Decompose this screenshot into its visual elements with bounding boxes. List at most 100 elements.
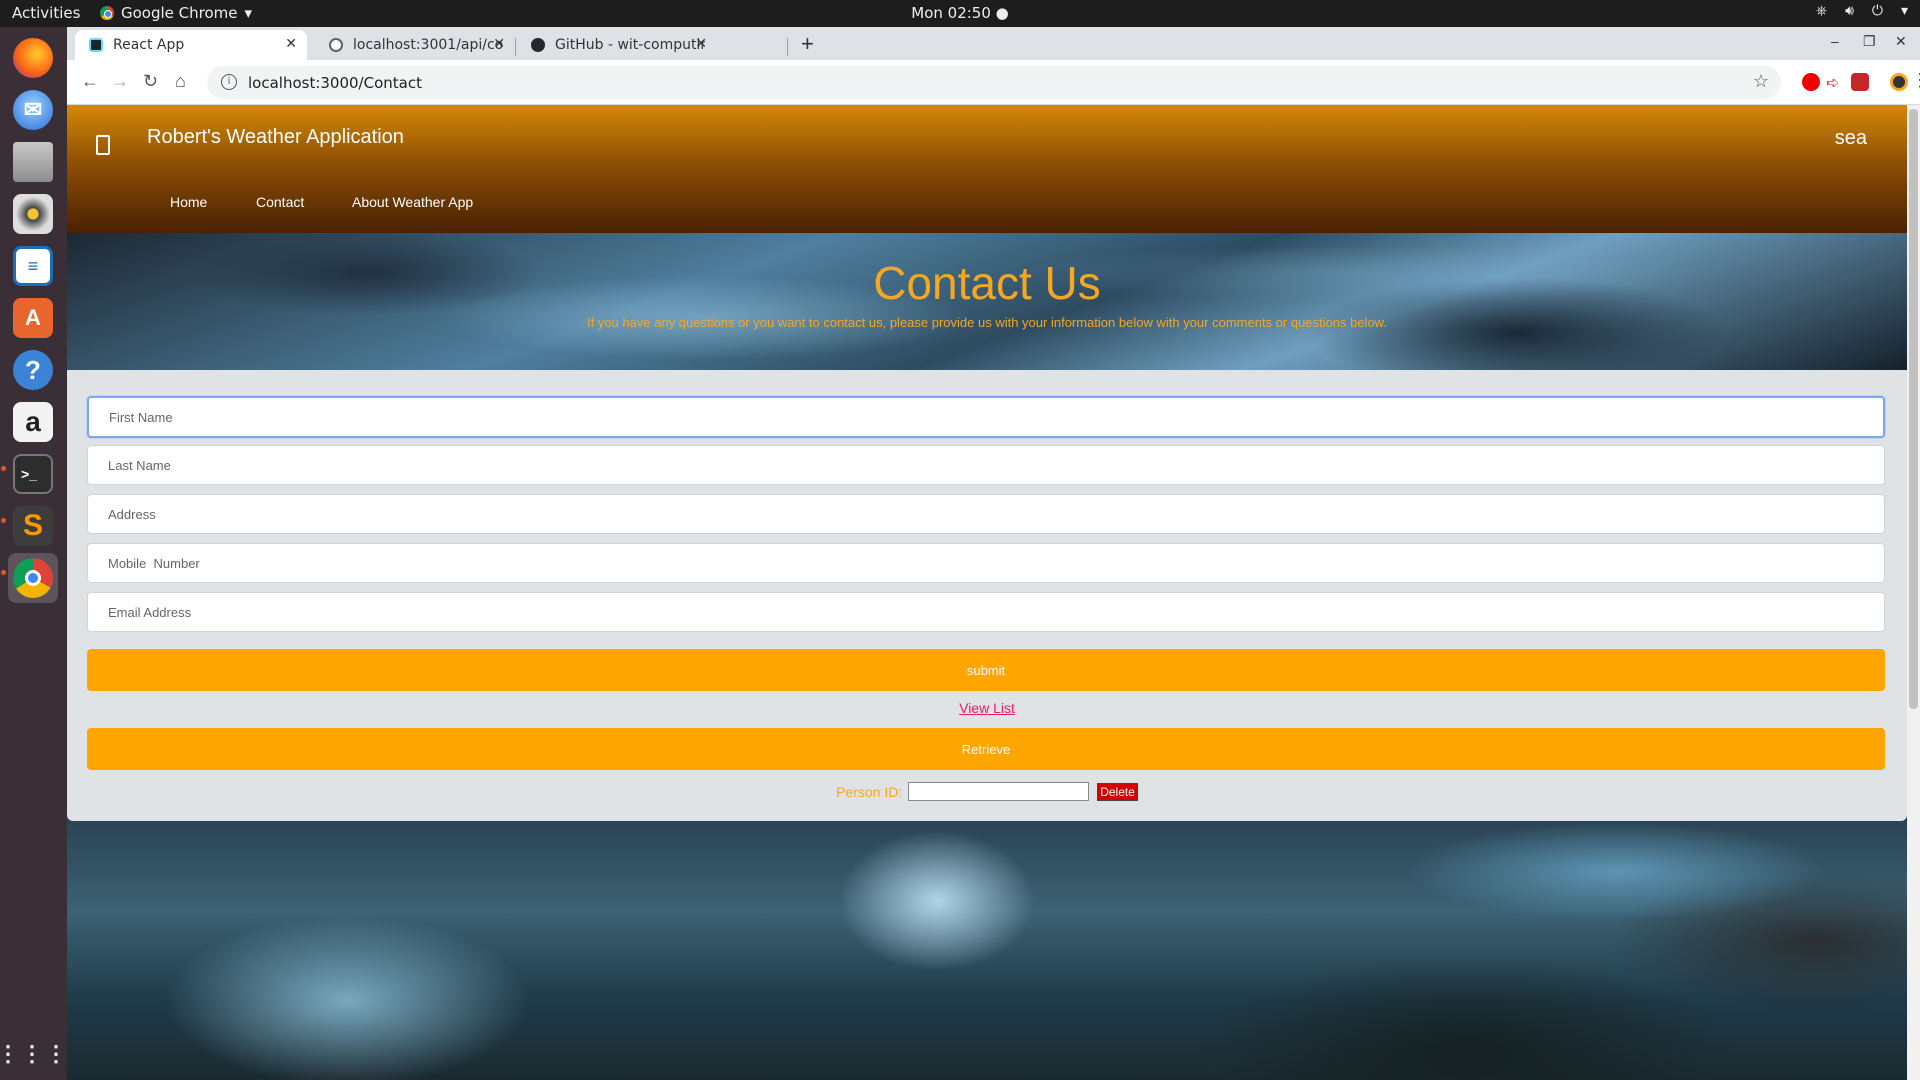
software-center-icon: A — [13, 298, 53, 338]
restore-icon[interactable]: ❐ — [1863, 33, 1876, 50]
dock-show-apps[interactable]: ⋮⋮⋮ — [0, 1029, 69, 1079]
address-field[interactable] — [87, 494, 1885, 534]
nav-contact[interactable]: Contact — [256, 194, 304, 210]
bookmark-star-icon[interactable]: ☆ — [1753, 71, 1769, 92]
back-arrow-icon[interactable]: ← — [81, 71, 99, 92]
more-menu-icon[interactable]: ⋮ — [1911, 70, 1920, 91]
dock-sublime[interactable]: S — [8, 501, 58, 551]
site-header: Robert's Weather Application sea Home Co… — [67, 105, 1907, 233]
close-tab-icon[interactable]: ✕ — [695, 36, 707, 52]
chevron-down-icon: ▾ — [1900, 3, 1908, 19]
app-menu[interactable]: Google Chrome ▾ — [100, 4, 252, 22]
help-icon: ? — [13, 350, 53, 390]
running-indicator — [1, 466, 6, 471]
page-viewport: Robert's Weather Application sea Home Co… — [67, 105, 1907, 1080]
nav-about[interactable]: About Weather App — [352, 194, 473, 210]
address-bar-url: localhost:3000/Contact — [248, 74, 422, 92]
dock-firefox[interactable] — [8, 33, 58, 83]
menu-icon[interactable] — [96, 135, 110, 155]
github-icon — [531, 38, 545, 52]
terminal-icon: >_ — [13, 454, 53, 494]
amazon-icon: a — [13, 402, 53, 442]
minimize-icon[interactable]: – — [1831, 33, 1839, 49]
hero-banner: Contact Us If you have any questions or … — [67, 233, 1907, 370]
email-field[interactable] — [87, 592, 1885, 632]
dock-thunderbird[interactable]: ✉ — [8, 85, 58, 135]
dock-help[interactable]: ? — [8, 345, 58, 395]
submit-button[interactable]: submit — [87, 649, 1885, 691]
gnome-top-bar: Activities Google Chrome ▾ Mon 02:50 ● ⎈… — [0, 0, 1920, 27]
browser-toolbar: ← → ↻ ⌂ i localhost:3000/Contact ☆ ➪ ⋮ — [67, 60, 1920, 105]
close-tab-icon[interactable]: ✕ — [285, 36, 297, 52]
contact-form: submit View List Retrieve Person ID: Del… — [67, 370, 1907, 821]
person-id-field[interactable] — [908, 782, 1090, 801]
first-name-field[interactable] — [87, 396, 1885, 438]
pdf-extension-icon[interactable] — [1851, 73, 1869, 91]
opera-extension-icon[interactable] — [1802, 73, 1820, 91]
delete-row: Person ID: Delete — [67, 782, 1907, 801]
address-bar[interactable]: i localhost:3000/Contact ☆ — [207, 66, 1781, 99]
dock-terminal[interactable]: >_ — [8, 449, 58, 499]
chevron-down-icon: ▾ — [244, 4, 253, 22]
tab-strip: React App ✕ localhost:3001/api/conta ✕ G… — [67, 27, 1920, 60]
running-indicator — [1, 518, 6, 523]
tab-separator — [515, 38, 516, 56]
new-tab-button[interactable]: + — [801, 31, 814, 57]
person-id-label: Person ID: — [836, 783, 903, 800]
dock-files[interactable] — [8, 137, 58, 187]
system-tray[interactable]: ⎈ 🔊︎ ⏻ ▾ — [1816, 3, 1908, 19]
home-icon[interactable]: ⌂ — [175, 71, 186, 92]
clock[interactable]: Mon 02:50 ● — [911, 4, 1008, 22]
thunderbird-icon: ✉ — [13, 90, 53, 130]
page-title: Contact Us — [873, 257, 1101, 309]
dock-rhythmbox[interactable] — [8, 189, 58, 239]
retrieve-button[interactable]: Retrieve — [87, 728, 1885, 770]
share-extension-icon[interactable]: ➪ — [1826, 73, 1844, 92]
page-subtitle: If you have any questions or you want to… — [587, 315, 1387, 330]
firefox-icon — [13, 38, 53, 78]
tab-title: localhost:3001/api/conta — [353, 37, 503, 53]
dock-amazon[interactable]: a — [8, 397, 58, 447]
page-scrollbar[interactable] — [1907, 105, 1920, 1080]
volume-icon: 🔊︎ — [1845, 3, 1854, 19]
dock-writer[interactable]: ≡ — [8, 241, 58, 291]
dock-software[interactable]: A — [8, 293, 58, 343]
nav-home[interactable]: Home — [170, 194, 207, 210]
reload-icon[interactable]: ↻ — [143, 71, 158, 92]
mobile-number-field[interactable] — [87, 543, 1885, 583]
files-icon — [13, 142, 53, 182]
close-window-icon[interactable]: ✕ — [1895, 33, 1907, 50]
delete-button[interactable]: Delete — [1097, 782, 1138, 801]
react-favicon-icon — [89, 38, 103, 52]
document-icon: ≡ — [13, 246, 53, 286]
ocean-background-image — [67, 821, 1907, 1080]
tab-github[interactable]: GitHub - wit-computing/v ✕ — [517, 30, 717, 60]
info-icon[interactable]: i — [221, 74, 237, 90]
network-icon: ⎈ — [1815, 3, 1828, 19]
tab-title: GitHub - wit-computing/v — [555, 37, 705, 53]
site-title[interactable]: Robert's Weather Application — [147, 126, 404, 149]
search-label[interactable]: sea — [1835, 127, 1867, 150]
chrome-icon — [13, 558, 53, 598]
view-list-link[interactable]: View List — [959, 700, 1015, 716]
view-list-row: View List — [67, 700, 1907, 718]
sublime-text-icon: S — [13, 506, 53, 546]
dock-chrome[interactable] — [8, 553, 58, 603]
speaker-icon — [13, 194, 53, 234]
tab-api-contacts[interactable]: localhost:3001/api/conta ✕ — [315, 30, 515, 60]
running-indicator — [1, 570, 6, 575]
forward-arrow-icon[interactable]: → — [111, 71, 129, 92]
chrome-window: React App ✕ localhost:3001/api/conta ✕ G… — [67, 27, 1920, 1080]
scrollbar-thumb[interactable] — [1909, 109, 1918, 709]
activities-button[interactable]: Activities — [12, 4, 80, 22]
globe-icon — [329, 38, 343, 52]
tab-react-app[interactable]: React App ✕ — [75, 30, 307, 60]
profile-avatar[interactable] — [1890, 73, 1908, 91]
chrome-icon — [100, 6, 114, 20]
app-menu-label: Google Chrome — [121, 4, 238, 22]
app-grid-icon: ⋮⋮⋮ — [0, 1041, 69, 1066]
last-name-field[interactable] — [87, 445, 1885, 485]
close-tab-icon[interactable]: ✕ — [493, 36, 505, 52]
power-icon: ⏻ — [1871, 3, 1883, 19]
tab-separator — [787, 38, 788, 56]
